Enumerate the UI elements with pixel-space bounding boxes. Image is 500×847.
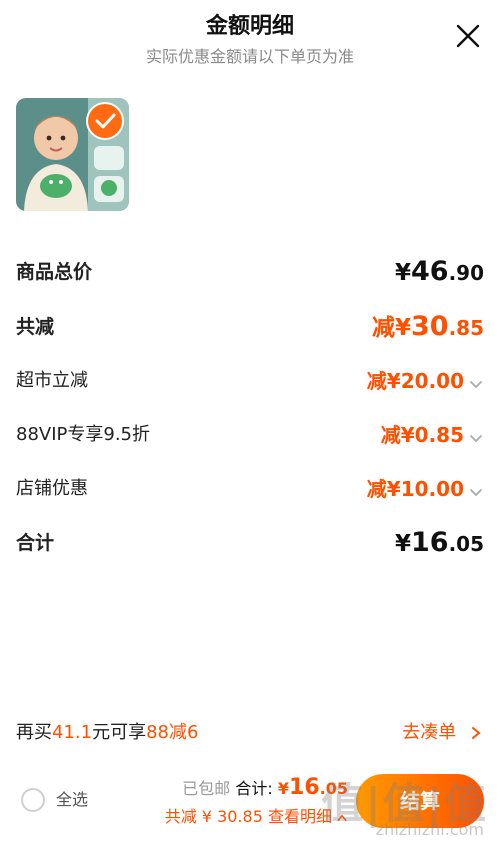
order-summary: 已包邮 合计: ¥16.05 共减 ¥ 30.85 查看明细 [165,776,348,829]
discount-prefix: 减 [366,369,387,393]
price-row: 合计 ¥16.05 [16,523,484,563]
price-row[interactable]: 店铺优惠 减¥10.00 [16,469,484,509]
price-row[interactable]: 88VIP专享9.5折 减¥0.85 [16,415,484,455]
header: 金额明细 实际优惠金额请以下单页为准 [0,0,500,80]
price-row-value: 减¥20.00 [367,361,484,403]
discount-prefix: 减 [371,315,395,341]
add-more-label: 去凑单 [402,722,457,743]
total-amount: ¥16.05 [278,775,348,800]
amount-integer: 10 [400,477,429,501]
total-dec: .05 [319,779,348,798]
price-row-value: ¥46.90 [395,252,484,295]
amount-integer: 20 [400,369,429,393]
total-int: 16 [289,775,320,800]
price-row-value: ¥16.05 [395,523,484,566]
price-row-label: 超市立减 [16,370,88,391]
amount-decimal: .05 [448,532,484,556]
select-all-radio[interactable] [21,788,45,812]
page-title: 金额明细 [205,14,294,39]
amount-integer: 46 [410,256,449,287]
price-row-value: 减¥30.85 [372,307,484,350]
total-currency: ¥ [277,779,290,798]
amount-decimal: .85 [428,423,464,447]
amount-decimal: .85 [448,316,484,340]
discount-text: 共减 ¥ 30.85 [164,807,263,826]
currency-symbol: ¥ [386,369,401,393]
promo-text-b: 元可享 [92,722,147,743]
amount-integer: 30 [410,311,449,342]
price-row[interactable]: 超市立减 减¥20.00 [16,361,484,401]
page-subtitle: 实际优惠金额请以下单页为准 [145,47,354,66]
price-row: 共减 减¥30.85 [16,307,484,347]
amount-integer: 16 [410,527,449,558]
view-details-link[interactable]: 查看明细 [268,807,348,826]
selected-check-icon[interactable] [88,104,122,138]
price-row-label: 88VIP专享9.5折 [16,424,151,445]
price-row-label: 店铺优惠 [16,478,88,499]
amount-decimal: .00 [428,369,464,393]
currency-symbol: ¥ [386,477,401,501]
checkout-bar: 全选 已包邮 合计: ¥16.05 共减 ¥ 30.85 查看明细 结算 [0,764,500,847]
price-row-label: 商品总价 [16,261,93,283]
discount-prefix: 减 [380,423,401,447]
select-all-label: 全选 [56,790,89,809]
amount-integer: 0 [414,423,429,447]
close-icon[interactable] [454,22,482,50]
amount-decimal: .00 [428,477,464,501]
price-row-value: 减¥0.85 [381,415,484,457]
currency-symbol: ¥ [394,531,411,557]
price-row: 商品总价 ¥46.90 [16,252,484,292]
add-more-link[interactable]: 去凑单 [402,718,484,748]
discount-prefix: 减 [366,477,387,501]
chevron-down-icon [470,488,482,496]
price-row-value: 减¥10.00 [367,469,484,511]
promo-bar: 再买41.1元可享88减6 去凑单 [16,718,484,748]
shipping-label: 已包邮 [182,779,231,798]
promo-amount: 41.1 [52,722,93,743]
chevron-down-icon [470,380,482,388]
chevron-up-icon [337,814,347,821]
currency-symbol: ¥ [400,423,415,447]
chevron-down-icon [470,434,482,442]
promo-deal: 88减6 [146,722,199,743]
promo-text-a: 再买 [16,722,52,743]
promo-text: 再买41.1元可享88减6 [16,718,198,748]
checkout-button[interactable]: 结算 [356,774,484,828]
view-details-label: 查看明细 [267,807,332,826]
currency-symbol: ¥ [394,315,411,341]
chevron-right-icon [472,727,481,739]
currency-symbol: ¥ [394,260,411,286]
total-label: 合计: [235,779,273,798]
price-row-label: 共减 [16,316,55,338]
price-row-label: 合计 [16,532,55,554]
amount-decimal: .90 [448,261,484,285]
